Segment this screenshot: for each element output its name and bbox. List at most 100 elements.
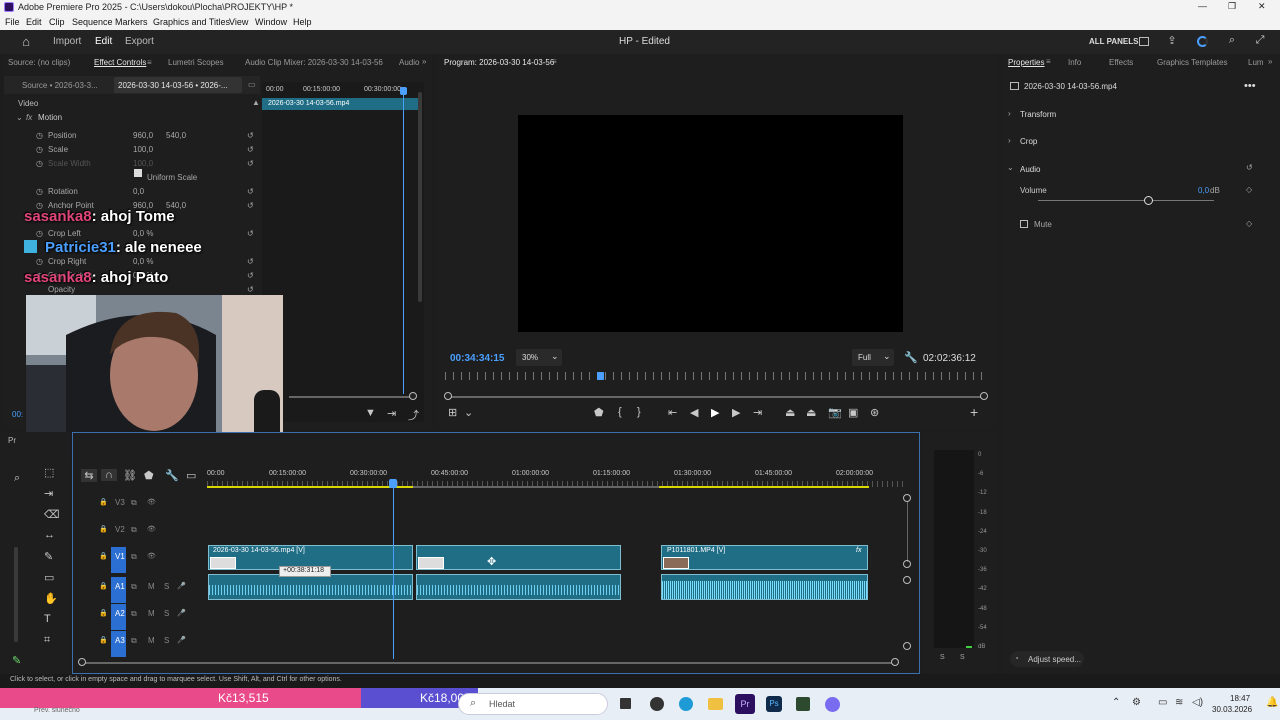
wrench-icon[interactable]: 🔧 <box>904 351 918 364</box>
mute-checkbox[interactable] <box>1020 220 1028 228</box>
work-area-bar[interactable] <box>659 486 869 488</box>
panel-options-icon[interactable]: ▭ <box>248 80 256 89</box>
uniform-scale-checkbox[interactable] <box>134 169 142 177</box>
export-frame-icon[interactable]: 📷 <box>828 406 842 419</box>
program-video-frame[interactable] <box>518 115 903 332</box>
menu-markers[interactable]: Markers <box>115 17 148 27</box>
notification-icon[interactable]: 🔔 <box>1266 697 1278 708</box>
section-audio[interactable]: Audio <box>1020 165 1040 174</box>
lock-icon[interactable]: 🔒 <box>99 582 108 590</box>
work-area-bar[interactable] <box>207 486 413 488</box>
caption-tool-icon[interactable]: ⌗ <box>44 634 50 647</box>
program-playhead[interactable] <box>596 372 604 380</box>
more-options-icon[interactable]: ••• <box>1244 80 1256 92</box>
tab-export[interactable]: Export <box>125 36 154 47</box>
mute-button[interactable]: M <box>148 636 155 645</box>
volume-slider[interactable] <box>1038 200 1214 201</box>
tools-scrollbar[interactable] <box>14 547 18 642</box>
slip-tool-icon[interactable]: ↔ <box>44 529 55 541</box>
chevron-right-icon[interactable]: › <box>1008 136 1011 145</box>
step-icon[interactable]: ⇥ <box>387 407 396 420</box>
mini-playhead[interactable] <box>403 88 404 394</box>
share-icon[interactable]: ⇪ <box>1166 34 1178 47</box>
tab-graphics-templates[interactable]: Graphics Templates <box>1157 58 1228 67</box>
selection-tool-icon[interactable]: ⬚ <box>44 466 54 479</box>
timeline-playhead[interactable] <box>393 483 394 659</box>
app-icon[interactable] <box>796 697 810 711</box>
work-area-bar-dim[interactable] <box>413 486 659 488</box>
tab-lumetri[interactable]: Lum <box>1248 58 1264 67</box>
menu-icon[interactable]: ≡ <box>147 58 152 67</box>
mic-icon[interactable]: 🎤 <box>177 636 186 644</box>
volume-value[interactable]: 0,0 <box>1198 186 1209 195</box>
clip-audio-3[interactable] <box>661 574 868 600</box>
clip-video-2[interactable] <box>416 545 621 570</box>
menu-sequence[interactable]: Sequence <box>72 17 113 27</box>
discord-icon[interactable] <box>825 697 840 712</box>
tab-audio-clip-mixer[interactable]: Audio Clip Mixer: 2026-03-30 14-03-56 <box>245 58 383 67</box>
lock-icon[interactable]: 🔒 <box>99 525 108 533</box>
program-ruler[interactable] <box>445 372 987 380</box>
property-value[interactable]: 960,0 <box>133 131 153 140</box>
mute-button[interactable]: M <box>148 582 155 591</box>
property-value[interactable]: 100,0 <box>133 159 153 168</box>
tab-source[interactable]: Source: (no clips) <box>8 58 70 67</box>
more-tabs-icon[interactable]: » <box>1268 57 1272 66</box>
captions-icon[interactable]: ▭ <box>186 469 196 482</box>
keyframe-icon[interactable]: ◇ <box>1246 219 1252 228</box>
lock-icon[interactable]: 🔒 <box>99 636 108 644</box>
add-button-icon[interactable]: + <box>970 404 978 420</box>
program-title[interactable]: Program: 2026-03-30 14-03-56 <box>444 58 554 67</box>
tab-import[interactable]: Import <box>53 36 81 47</box>
mic-icon[interactable]: 🎤 <box>177 609 186 617</box>
add-marker-icon[interactable]: ⬟ <box>144 469 154 482</box>
v-scroll-track[interactable] <box>907 502 908 562</box>
solo-button[interactable]: S <box>164 636 169 645</box>
home-icon[interactable]: ⌂ <box>18 34 34 49</box>
settings-icon[interactable]: ⊞ <box>448 406 457 419</box>
mini-zoom-handle[interactable] <box>409 392 417 400</box>
a-scroll-handle[interactable] <box>903 642 911 650</box>
pen-tool-icon[interactable]: ✎ <box>44 550 53 563</box>
sync-lock-icon[interactable]: ⧉ <box>131 636 137 646</box>
weather-text[interactable]: Prev. slunečno <box>34 707 80 714</box>
properties-menu-icon[interactable]: ≡ <box>1046 57 1051 66</box>
mute-button[interactable]: M <box>148 609 155 618</box>
tab-effect-controls[interactable]: Effect Controls <box>94 58 146 67</box>
menu-graphics[interactable]: Graphics and Titles <box>153 17 230 27</box>
sub-tab-source[interactable]: Source • 2026-03-3... <box>22 81 98 90</box>
menu-clip[interactable]: Clip <box>49 17 65 27</box>
all-panels-button[interactable]: ALL PANELS <box>1089 37 1138 46</box>
tab-info[interactable]: Info <box>1068 58 1081 67</box>
menu-view[interactable]: View <box>229 17 248 27</box>
eye-icon[interactable]: 👁 <box>147 525 156 533</box>
sync-lock-icon[interactable]: ⧉ <box>131 552 137 562</box>
program-menu-icon[interactable]: ≡ <box>552 57 557 66</box>
panel-layout-icon[interactable] <box>1139 37 1149 46</box>
snap-toggle-icon[interactable]: ⇆ <box>81 469 97 482</box>
a-scroll-handle[interactable] <box>903 576 911 584</box>
rectangle-tool-icon[interactable]: ▭ <box>44 571 54 584</box>
eye-icon[interactable]: 👁 <box>147 498 156 506</box>
section-transform[interactable]: Transform <box>1020 110 1056 119</box>
chevron-down-icon[interactable]: ⌄ <box>464 406 473 419</box>
step-back-icon[interactable]: ◀ <box>690 406 698 419</box>
chevron-right-icon[interactable]: › <box>1008 109 1011 118</box>
volume-slider-handle[interactable] <box>1144 196 1153 205</box>
progress-icon[interactable] <box>1197 36 1208 47</box>
program-timecode[interactable]: 00:34:34:15 <box>450 353 504 364</box>
zoom-search-icon[interactable]: ⌕ <box>14 472 20 485</box>
sync-lock-icon[interactable]: ⧉ <box>131 525 137 535</box>
lock-icon[interactable]: 🔒 <box>99 609 108 617</box>
chevron-down-icon[interactable]: ⌄ <box>16 113 23 122</box>
timeline-playhead-handle[interactable] <box>389 479 397 488</box>
chevron-down-icon[interactable]: ⌄ <box>1007 163 1014 172</box>
property-value[interactable]: 540,0 <box>166 131 186 140</box>
mini-playhead-handle[interactable] <box>400 87 407 95</box>
v-scroll-handle[interactable] <box>903 494 911 502</box>
mic-icon[interactable]: 🎤 <box>177 582 186 590</box>
scroll-handle-left[interactable] <box>444 392 452 400</box>
hand-tool-icon[interactable]: ✋ <box>44 592 58 605</box>
go-to-in-icon[interactable]: ⇤ <box>668 406 677 419</box>
sync-lock-icon[interactable]: ⧉ <box>131 609 137 619</box>
